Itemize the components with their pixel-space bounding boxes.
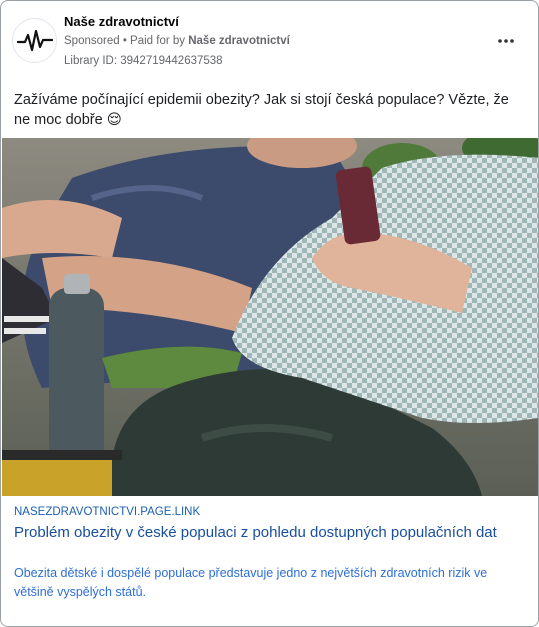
ad-photo [2, 138, 538, 496]
ad-image[interactable] [2, 138, 538, 496]
link-description[interactable]: Obezita dětské i dospělé populace předst… [14, 564, 524, 602]
page-name[interactable]: Naše zdravotnictví [64, 14, 179, 29]
post-text: Zažíváme počínající epidemii obezity? Ja… [14, 92, 509, 128]
ad-card: Naše zdravotnictví Sponsored • Paid for … [0, 0, 539, 627]
paid-for-name[interactable]: Naše zdravotnictví [188, 35, 290, 47]
link-domain[interactable]: NASEZDRAVOTNICTVI.PAGE.LINK [14, 506, 200, 518]
paid-for-prefix: • Paid for by [119, 35, 189, 47]
link-preview[interactable]: NASEZDRAVOTNICTVI.PAGE.LINK Problém obez… [1, 496, 538, 626]
more-options-button[interactable] [492, 31, 520, 51]
sponsored-line: Sponsored • Paid for by Naše zdravotnict… [64, 35, 290, 47]
heartbeat-icon [16, 29, 53, 51]
sponsored-label: Sponsored [64, 35, 120, 47]
library-id: Library ID: 3942719442637538 [64, 55, 223, 67]
page-avatar[interactable] [12, 18, 57, 63]
more-options-icon [498, 39, 514, 43]
link-title[interactable]: Problém obezity v české populaci z pohle… [14, 523, 524, 543]
